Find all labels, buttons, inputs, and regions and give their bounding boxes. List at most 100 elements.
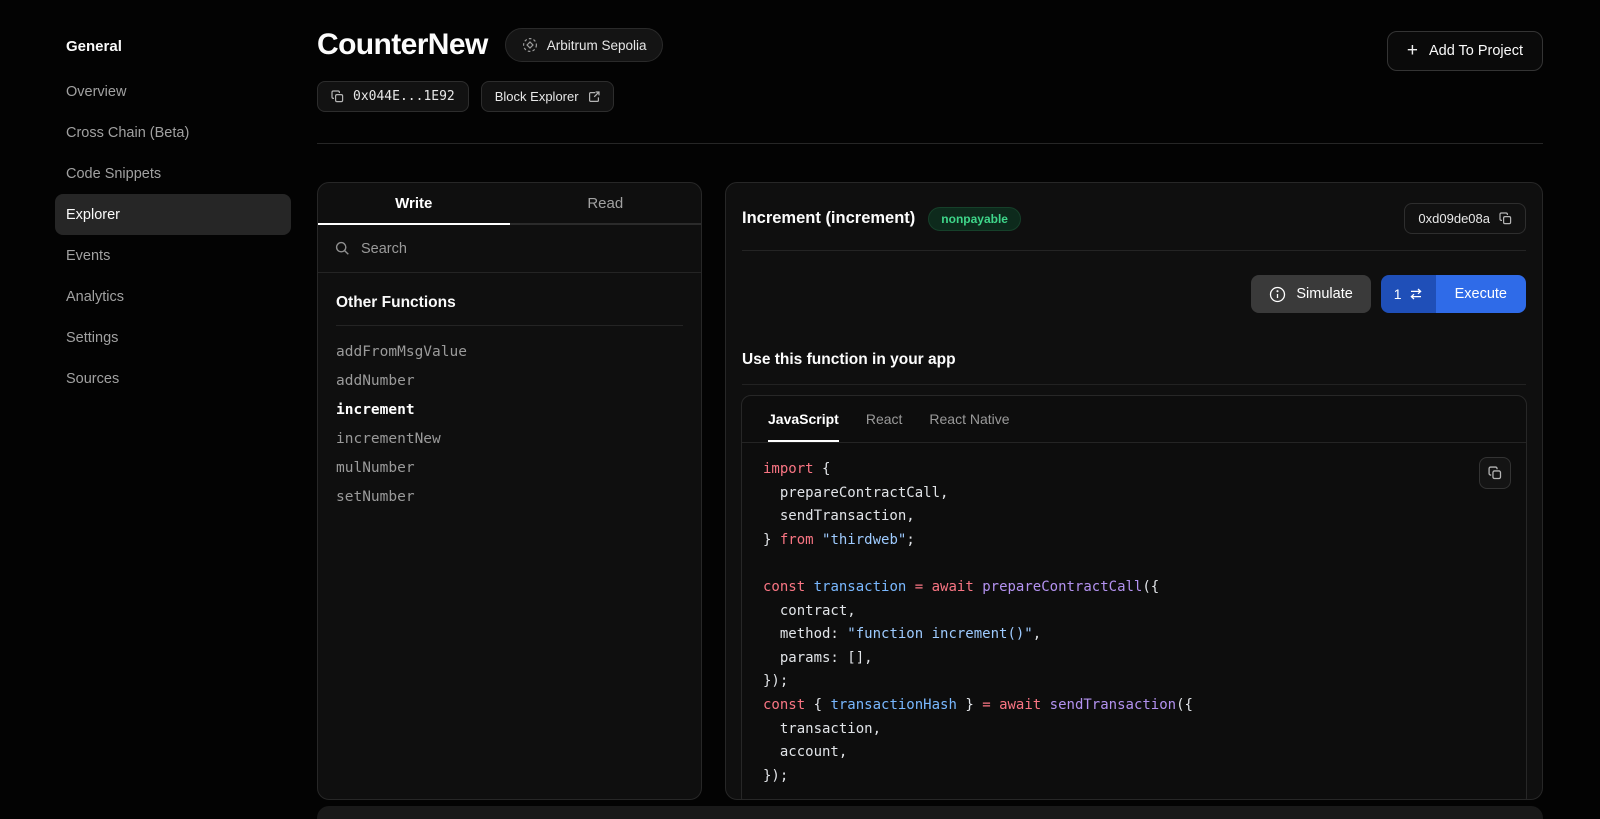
function-group-title: Other Functions: [336, 294, 683, 326]
code-token: [1041, 697, 1049, 713]
code-token: [974, 579, 982, 595]
code-token: "thirdweb": [822, 532, 906, 548]
code-line: transaction,: [763, 718, 1505, 742]
code-token: params: [],: [763, 650, 873, 666]
execute-split-button: 1 Execute: [1381, 275, 1526, 313]
execute-button[interactable]: Execute: [1436, 275, 1526, 313]
code-line: import {: [763, 458, 1505, 482]
code-token: [805, 579, 813, 595]
next-section-edge: [317, 806, 1543, 819]
copy-icon: [1488, 466, 1502, 480]
function-item-addnumber[interactable]: addNumber: [336, 366, 683, 395]
simulate-button[interactable]: Simulate: [1251, 275, 1370, 313]
selector-hash-button[interactable]: 0xd09de08a: [1404, 203, 1526, 234]
code-tab-react[interactable]: React: [866, 396, 903, 442]
code-tab-javascript[interactable]: JavaScript: [768, 396, 839, 442]
code-token: [923, 579, 931, 595]
code-token: sendTransaction: [1050, 697, 1176, 713]
code-card: JavaScript React React Native import { pre…: [741, 395, 1527, 800]
sidebar-item-code-snippets[interactable]: Code Snippets: [55, 153, 291, 194]
code-token: prepareContractCall,: [763, 485, 948, 501]
code-token: transaction: [814, 579, 907, 595]
code-line: const { transactionHash } = await sendTr…: [763, 694, 1505, 718]
code-token: prepareContractCall: [982, 579, 1142, 595]
code-token: {: [805, 697, 830, 713]
queue-count-button[interactable]: 1: [1381, 275, 1436, 313]
page-title: CounterNew: [317, 28, 488, 62]
block-explorer-button[interactable]: Block Explorer: [481, 81, 614, 112]
mutability-badge: nonpayable: [928, 207, 1021, 231]
sidebar-item-cross-chain-beta[interactable]: Cross Chain (Beta): [55, 112, 291, 153]
search-icon: [335, 241, 350, 256]
add-to-project-label: Add To Project: [1429, 43, 1523, 59]
function-item-addfrommsgvalue[interactable]: addFromMsgValue: [336, 337, 683, 366]
network-badge[interactable]: Arbitrum Sepolia: [505, 28, 664, 62]
code-token: account,: [763, 744, 847, 760]
tab-read[interactable]: Read: [510, 183, 702, 223]
code-token: }: [957, 697, 982, 713]
tab-write[interactable]: Write: [318, 183, 510, 223]
sidebar-item-events[interactable]: Events: [55, 235, 291, 276]
code-line: account,: [763, 741, 1505, 765]
code-token: ({: [1176, 697, 1193, 713]
external-link-icon: [588, 91, 600, 103]
sidebar-item-sources[interactable]: Sources: [55, 358, 291, 399]
functions-panel: Write Read Other Functions addFromMsgVal…: [317, 182, 702, 800]
code-line: method: "function increment()",: [763, 623, 1505, 647]
detail-header: Increment (increment) nonpayable 0xd09de…: [726, 183, 1542, 250]
code-copy-button[interactable]: [1479, 457, 1511, 489]
code-token: [991, 697, 999, 713]
contract-address-button[interactable]: 0x044E...1E92: [317, 81, 469, 112]
code-token: ({: [1142, 579, 1159, 595]
function-item-mulnumber[interactable]: mulNumber: [336, 453, 683, 482]
add-to-project-button[interactable]: + Add To Project: [1387, 31, 1543, 71]
code-token: });: [763, 768, 788, 784]
network-chain-icon: [522, 37, 538, 53]
code-token: await: [932, 579, 974, 595]
code-line: prepareContractCall,: [763, 482, 1505, 506]
function-items: addFromMsgValueaddNumberincrementincreme…: [336, 337, 683, 511]
meta-row: 0x044E...1E92 Block Explorer: [317, 81, 1543, 112]
sidebar-item-settings[interactable]: Settings: [55, 317, 291, 358]
copy-icon: [1499, 212, 1512, 225]
code-line: params: [],: [763, 647, 1505, 671]
sidebar: General OverviewCross Chain (Beta)Code S…: [0, 0, 300, 819]
code-token: =: [982, 697, 990, 713]
code-block: import { prepareContractCall, sendTransa…: [742, 443, 1526, 800]
copy-icon: [331, 90, 344, 103]
search-input[interactable]: [361, 241, 684, 257]
code-token: transaction,: [763, 721, 881, 737]
code-token: ,: [1033, 626, 1041, 642]
header-divider: [317, 143, 1543, 144]
swap-arrows-icon: [1409, 288, 1423, 300]
code-token: contract,: [763, 603, 856, 619]
sidebar-item-analytics[interactable]: Analytics: [55, 276, 291, 317]
code-line: [763, 552, 1505, 576]
usage-divider: [742, 384, 1526, 385]
code-token: import: [763, 461, 814, 477]
code-token: await: [999, 697, 1041, 713]
code-token: transactionHash: [830, 697, 956, 713]
code-token: });: [763, 673, 788, 689]
write-read-tabs: Write Read: [318, 183, 701, 225]
usage-heading: Use this function in your app: [726, 313, 1542, 384]
code-token: sendTransaction,: [763, 508, 915, 524]
function-item-setnumber[interactable]: setNumber: [336, 482, 683, 511]
function-item-increment[interactable]: increment: [336, 395, 683, 424]
code-token: [814, 532, 822, 548]
content-area: Write Read Other Functions addFromMsgVal…: [317, 182, 1543, 800]
sidebar-item-overview[interactable]: Overview: [55, 71, 291, 112]
code-token: {: [814, 461, 831, 477]
code-tab-react-native[interactable]: React Native: [929, 396, 1009, 442]
code-token: [906, 579, 914, 595]
code-line: const transaction = await prepareContrac…: [763, 576, 1505, 600]
function-item-incrementnew[interactable]: incrementNew: [336, 424, 683, 453]
main-header: CounterNew Arbitrum Sepolia + Add To Pro…: [317, 0, 1543, 144]
code-token: =: [915, 579, 923, 595]
sidebar-heading: General: [55, 38, 292, 55]
network-badge-label: Arbitrum Sepolia: [547, 38, 647, 53]
search-row: [318, 225, 701, 273]
plus-icon: +: [1407, 41, 1418, 60]
sidebar-item-explorer[interactable]: Explorer: [55, 194, 291, 235]
queue-count: 1: [1394, 286, 1402, 302]
